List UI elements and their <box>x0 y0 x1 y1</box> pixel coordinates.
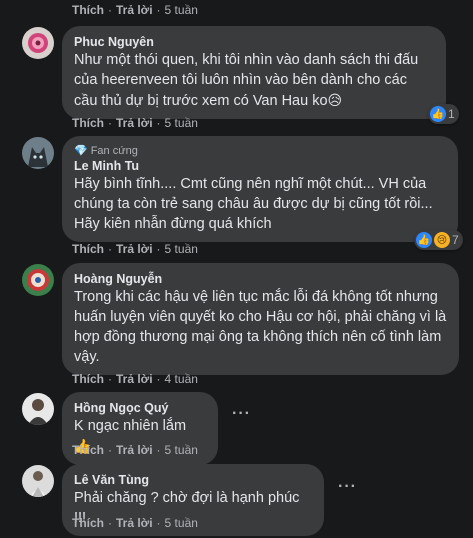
comment-author[interactable]: Lê Văn Tùng <box>74 472 312 488</box>
comment-text: Hãy bình tĩnh.... Cmt cũng nên nghĩ một … <box>74 176 433 232</box>
comment-author[interactable]: Phuc Nguyên <box>74 34 434 50</box>
like-link[interactable]: Thích <box>72 3 104 17</box>
comment-author[interactable]: Le Minh Tu <box>74 158 446 174</box>
separator: · <box>108 3 112 17</box>
timestamp[interactable]: 5 tuần <box>165 116 198 130</box>
like-icon: 👍 <box>430 106 446 122</box>
fan-badge: 💎 Fan cứng <box>74 144 446 158</box>
reaction-summary[interactable]: 👍 1 <box>428 104 459 124</box>
comment-actions: Thích · Trả lời · 5 tuần <box>72 443 198 457</box>
comment-actions: Thích · Trả lời · 4 tuần <box>72 372 198 386</box>
separator: · <box>108 116 112 130</box>
comment-actions: Thích · Trả lời · 5 tuần <box>72 516 198 530</box>
avatar[interactable] <box>22 137 54 169</box>
like-link[interactable]: Thích <box>72 372 104 386</box>
more-options-icon[interactable]: ··· <box>338 478 357 496</box>
comment-author[interactable]: Hoàng Nguyễn <box>74 271 447 287</box>
separator: · <box>108 372 112 386</box>
separator: · <box>108 443 112 457</box>
comment-actions: Thích · Trả lời · 5 tuần <box>72 3 198 17</box>
reaction-count: 1 <box>448 107 455 121</box>
avatar[interactable] <box>22 27 54 59</box>
separator: · <box>156 516 161 530</box>
comment-bubble: Phuc Nguyên Như một thói quen, khi tôi n… <box>62 26 446 119</box>
timestamp[interactable]: 5 tuần <box>165 443 198 457</box>
avatar[interactable] <box>22 465 54 497</box>
like-link[interactable]: Thích <box>72 516 104 530</box>
separator: · <box>108 516 112 530</box>
timestamp[interactable]: 5 tuần <box>165 516 198 530</box>
comment-bubble: 💎 Fan cứng Le Minh Tu Hãy bình tĩnh.... … <box>62 136 458 242</box>
more-options-icon[interactable]: ··· <box>232 405 251 423</box>
separator: · <box>156 116 161 130</box>
reply-link[interactable]: Trả lời <box>116 372 153 386</box>
sad-icon: 😢 <box>434 232 450 248</box>
separator: · <box>156 372 161 386</box>
reply-link[interactable]: Trả lời <box>116 516 153 530</box>
sad-face-emoji: 😥 <box>327 92 343 108</box>
separator: · <box>156 443 161 457</box>
comment-bubble: Hoàng Nguyễn Trong khi các hậu vệ liên t… <box>62 263 459 375</box>
timestamp[interactable]: 4 tuần <box>165 372 198 386</box>
fan-badge-label: Fan cứng <box>90 145 138 157</box>
reaction-summary[interactable]: 👍 😢 7 <box>414 230 463 250</box>
comment-actions: Thích · Trả lời · 5 tuần <box>72 116 198 130</box>
reply-link[interactable]: Trả lời <box>116 3 153 17</box>
timestamp[interactable]: 5 tuần <box>165 242 198 256</box>
reply-link[interactable]: Trả lời <box>116 116 153 130</box>
reaction-count: 7 <box>452 233 459 247</box>
avatar[interactable] <box>22 264 54 296</box>
timestamp[interactable]: 5 tuần <box>165 3 198 17</box>
comment-author[interactable]: Hồng Ngọc Quý <box>74 400 206 416</box>
comment-text: Trong khi các hậu vệ liên tục mắc lỗi đá… <box>74 289 447 365</box>
avatar[interactable] <box>22 393 54 425</box>
reply-link[interactable]: Trả lời <box>116 443 153 457</box>
separator: · <box>156 242 161 256</box>
comment-text: Như một thói quen, khi tôi nhìn vào danh… <box>74 52 419 109</box>
like-link[interactable]: Thích <box>72 116 104 130</box>
diamond-icon: 💎 <box>74 145 88 157</box>
like-link[interactable]: Thích <box>72 443 104 457</box>
like-link[interactable]: Thích <box>72 242 104 256</box>
separator: · <box>108 242 112 256</box>
like-icon: 👍 <box>416 232 432 248</box>
separator: · <box>156 3 161 17</box>
comment-actions: Thích · Trả lời · 5 tuần <box>72 242 198 256</box>
reply-link[interactable]: Trả lời <box>116 242 153 256</box>
